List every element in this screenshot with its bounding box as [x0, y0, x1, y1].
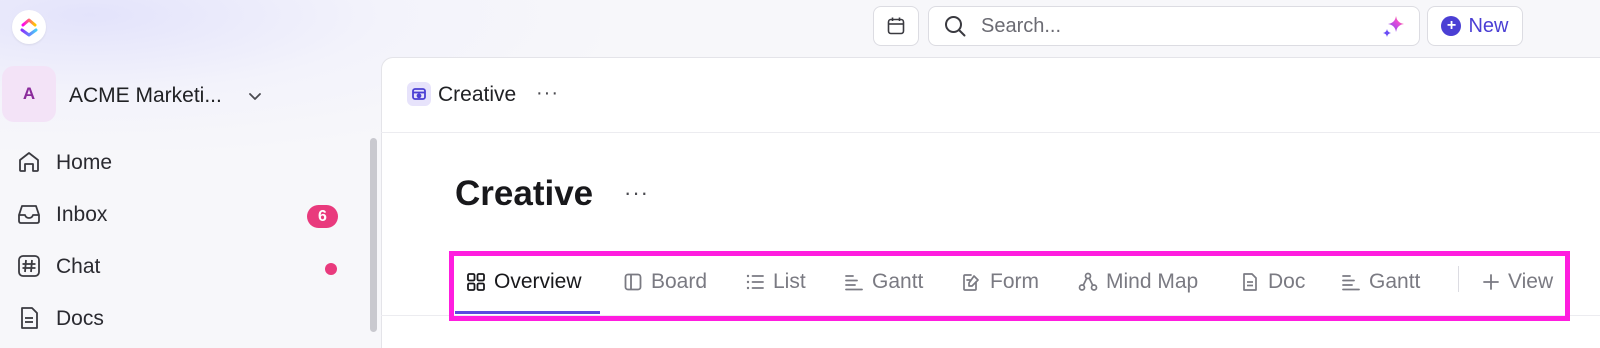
tab-overview[interactable]: Overview: [466, 252, 582, 312]
tab-mind-map[interactable]: Mind Map: [1078, 252, 1198, 312]
home-icon: [16, 149, 42, 180]
chevron-down-icon[interactable]: [247, 88, 263, 109]
list-icon: [745, 272, 765, 292]
tab-label: Overview: [494, 270, 582, 293]
new-button[interactable]: + New: [1427, 6, 1523, 46]
workspace-name[interactable]: ACME Marketi...: [69, 84, 222, 108]
header-divider: [381, 132, 1600, 133]
view-tabs: Overview Board List Gantt Form Mind Map …: [452, 252, 1600, 316]
sidebar-item-chat[interactable]: Chat: [0, 246, 360, 286]
calendar-button[interactable]: [873, 6, 919, 46]
tab-gantt[interactable]: Gantt: [844, 252, 923, 312]
tab-label: Gantt: [872, 270, 924, 293]
page-title: Creative: [455, 174, 594, 213]
mind-map-icon: [1078, 272, 1098, 292]
tab-board[interactable]: Board: [623, 252, 707, 312]
tab-label: Board: [651, 270, 708, 293]
plus-icon: [1482, 273, 1500, 291]
tab-label: Gantt: [1369, 270, 1421, 293]
overview-grid-icon: [466, 272, 486, 292]
gantt-icon: [1341, 272, 1361, 292]
inbox-icon: [16, 201, 42, 232]
tabs-separator: [1458, 266, 1459, 292]
sidebar-item-label: Home: [56, 151, 113, 174]
sidebar-item-inbox[interactable]: Inbox 6: [0, 194, 360, 234]
tab-label: List: [773, 270, 806, 293]
tab-label: Mind Map: [1106, 270, 1199, 293]
add-view-label: View: [1508, 270, 1554, 293]
ai-sparkle-icon[interactable]: [1381, 15, 1407, 44]
doc-icon: [1240, 272, 1260, 292]
sidebar-item-label: Inbox: [56, 203, 108, 226]
unread-dot: [325, 263, 337, 275]
sidebar-item-docs[interactable]: Docs: [0, 298, 360, 338]
tab-label: Form: [990, 270, 1039, 293]
clickup-logo-icon[interactable]: [12, 10, 46, 44]
tab-list[interactable]: List: [745, 252, 806, 312]
sidebar-item-home[interactable]: Home: [0, 142, 360, 182]
space-icon: [407, 82, 431, 106]
new-button-label: New: [1468, 14, 1509, 37]
breadcrumb-space[interactable]: Creative: [438, 83, 516, 107]
search-bar[interactable]: [928, 6, 1420, 46]
tab-doc[interactable]: Doc: [1240, 252, 1305, 312]
board-icon: [623, 272, 643, 292]
plus-circle-icon: +: [1441, 16, 1462, 36]
search-icon: [943, 14, 967, 38]
form-icon: [962, 272, 982, 292]
breadcrumb-more-button[interactable]: ···: [536, 82, 559, 105]
tab-label: Doc: [1268, 270, 1306, 293]
tab-form[interactable]: Form: [962, 252, 1039, 312]
workspace-avatar[interactable]: A: [2, 66, 56, 122]
inbox-count-badge: 6: [307, 205, 338, 228]
page-more-button[interactable]: ···: [624, 180, 649, 206]
hash-icon: [16, 253, 42, 284]
active-tab-indicator: [455, 311, 600, 314]
search-input[interactable]: [979, 13, 1363, 39]
sidebar-item-label: Docs: [56, 307, 104, 330]
add-view-button[interactable]: View: [1482, 252, 1553, 312]
sidebar-item-label: Chat: [56, 255, 101, 278]
top-bar: + New: [0, 0, 1600, 56]
gantt-icon: [844, 272, 864, 292]
doc-icon: [16, 305, 42, 336]
tabs-baseline: [381, 315, 1600, 316]
tab-gantt-2[interactable]: Gantt: [1341, 252, 1420, 312]
calendar-icon: [887, 17, 905, 35]
sidebar-scrollbar[interactable]: [370, 138, 377, 332]
